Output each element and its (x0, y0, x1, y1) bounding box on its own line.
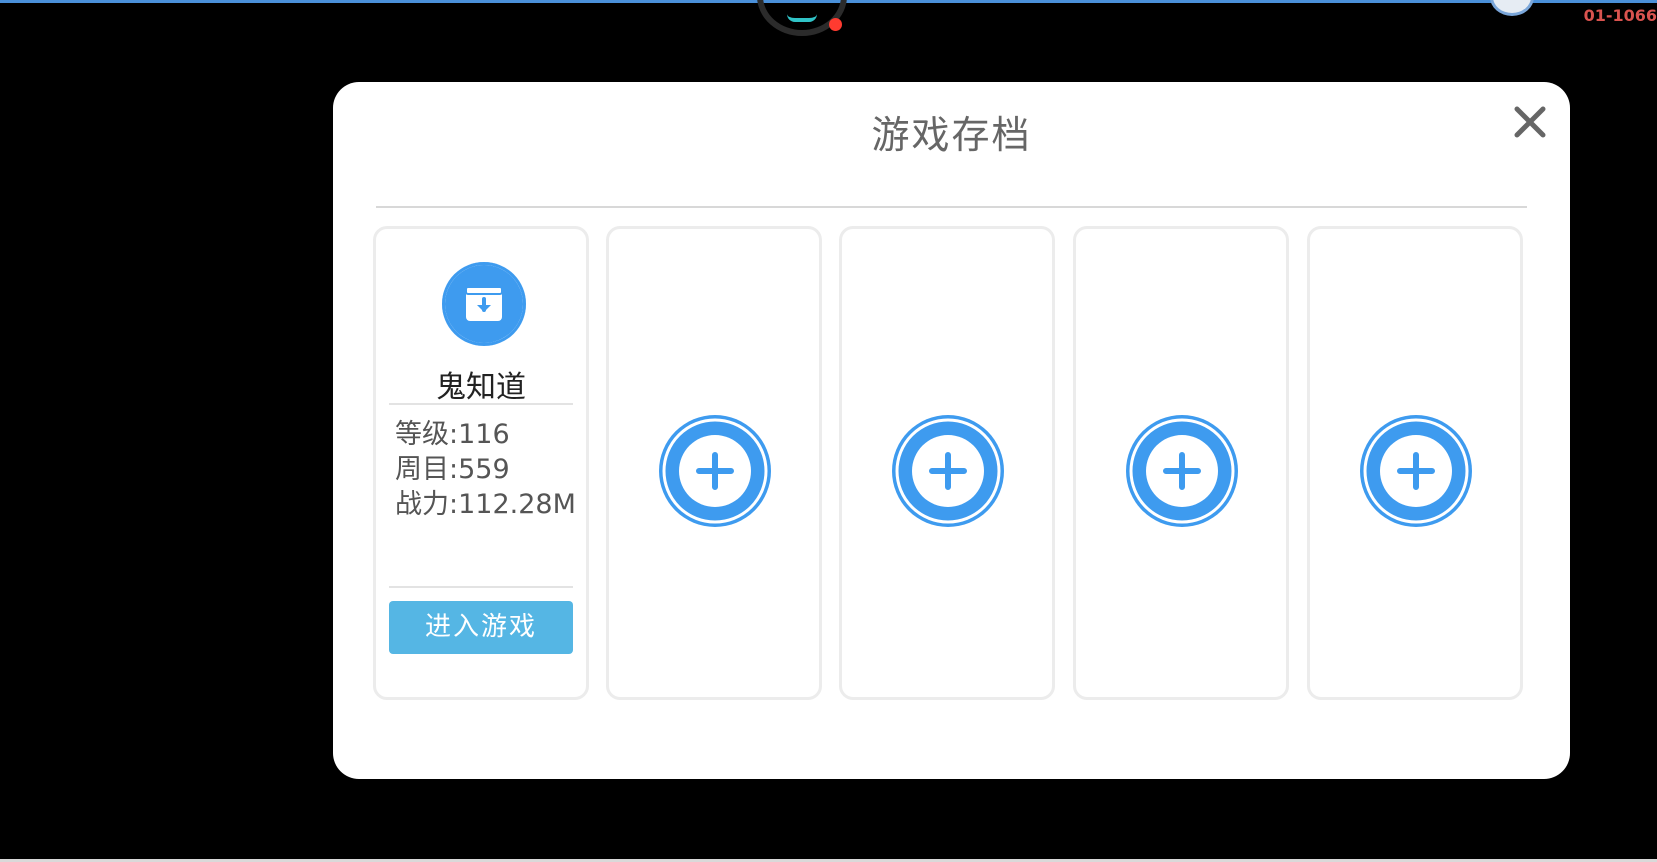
add-icon (892, 415, 1004, 527)
add-save-button[interactable] (657, 413, 773, 529)
notification-dot-icon (829, 18, 842, 31)
save-stats: 等级:116 周目:559 战力:112.28M (395, 417, 576, 522)
enter-game-button[interactable]: 进入游戏 (389, 601, 573, 654)
title-divider (376, 206, 1527, 208)
save-slot-2[interactable] (606, 226, 822, 700)
level-text: 等级:116 (395, 419, 510, 450)
save-slot-5[interactable] (1307, 226, 1523, 700)
save-dialog: 游戏存档 鬼知道 等级:116 周目:559 战力:112.28M 进入游戏 (333, 82, 1570, 779)
save-slot-4[interactable] (1073, 226, 1289, 700)
save-slot-3[interactable] (839, 226, 1055, 700)
close-button[interactable] (1510, 102, 1550, 142)
add-save-button[interactable] (890, 413, 1006, 529)
dialog-title: 游戏存档 (871, 113, 1032, 157)
save-archive-icon (442, 262, 526, 346)
add-save-button[interactable] (1124, 413, 1240, 529)
add-icon (659, 415, 771, 527)
add-icon (1360, 415, 1472, 527)
game-screen: 01-1066 游戏存档 鬼知道 等级:116 周目:559 战力:112.28… (0, 0, 1657, 862)
avatar[interactable] (1490, 0, 1534, 16)
power-text: 战力:112.28M (395, 489, 576, 520)
slot-divider-top (389, 403, 573, 405)
round-text: 周目:559 (395, 454, 510, 485)
save-slot-list: 鬼知道 等级:116 周目:559 战力:112.28M 进入游戏 (373, 226, 1529, 704)
save-name: 鬼知道 (436, 370, 526, 405)
add-save-button[interactable] (1358, 413, 1474, 529)
save-slot-1: 鬼知道 等级:116 周目:559 战力:112.28M 进入游戏 (373, 226, 589, 700)
close-icon (1514, 106, 1546, 138)
slot-divider-bottom (389, 586, 573, 588)
add-icon (1126, 415, 1238, 527)
corner-code: 01-1066 (1583, 6, 1657, 25)
